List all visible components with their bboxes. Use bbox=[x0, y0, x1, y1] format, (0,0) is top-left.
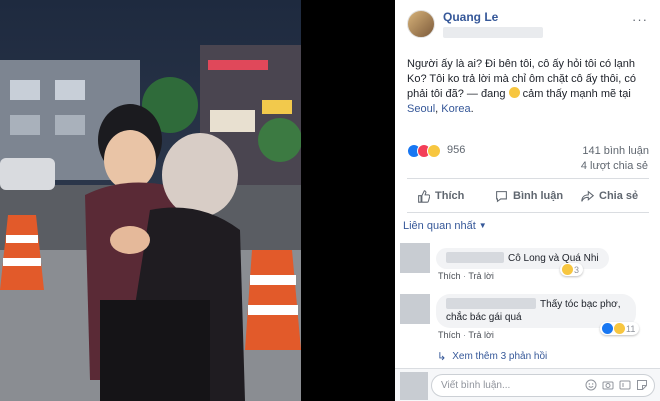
caption-period: . bbox=[470, 103, 474, 115]
comment-input[interactable]: Viết bình luận... bbox=[431, 374, 655, 397]
like-label: Thích bbox=[435, 190, 465, 202]
composer-icons bbox=[585, 379, 648, 391]
commenter-avatar[interactable] bbox=[400, 243, 430, 273]
commenter-name-redacted[interactable] bbox=[446, 252, 504, 263]
comment-label: Bình luận bbox=[513, 190, 564, 202]
comment-text: Cô Long và Quá Nhi bbox=[508, 253, 599, 264]
sort-label: Liên quan nhất bbox=[403, 220, 476, 232]
comment-reactions[interactable]: 3 bbox=[560, 263, 584, 276]
feeling-text: cảm thấy mạnh mẽ tại bbox=[519, 88, 631, 100]
post-photo[interactable] bbox=[0, 0, 301, 401]
view-more-replies-link[interactable]: ↳ Xem thêm 3 phản hồi bbox=[437, 350, 547, 363]
haha-reaction-icon bbox=[562, 264, 573, 275]
photo-viewer bbox=[0, 0, 395, 401]
comment-count[interactable]: 141 bình luận bbox=[582, 145, 649, 157]
post-header: Quang Le ··· bbox=[395, 0, 660, 46]
reply-arrow-icon: ↳ bbox=[437, 351, 447, 363]
comment-reaction-count: 11 bbox=[626, 323, 636, 334]
haha-reaction-icon bbox=[614, 323, 625, 334]
location-country-link[interactable]: Korea bbox=[441, 103, 470, 115]
comment-item: Cô Long và Quá Nhi Thích · Trả lời 3 bbox=[400, 243, 655, 287]
comment-reply-link[interactable]: Trả lời bbox=[468, 271, 494, 281]
thumbs-up-icon bbox=[418, 189, 430, 203]
haha-reaction-icon bbox=[427, 144, 441, 158]
post-actions: Thích Bình luận Chia sẻ bbox=[407, 182, 649, 210]
comment-placeholder: Viết bình luận... bbox=[441, 380, 511, 391]
like-button[interactable]: Thích bbox=[417, 182, 464, 210]
share-count[interactable]: 4 lượt chia sẻ bbox=[581, 160, 648, 172]
emoji-icon[interactable] bbox=[585, 379, 597, 391]
sticker-icon[interactable] bbox=[636, 379, 648, 391]
comment-reaction-count: 3 bbox=[574, 264, 580, 275]
divider bbox=[407, 212, 649, 213]
comment-links: Thích · Trả lời bbox=[438, 271, 494, 281]
caret-down-icon: ▼ bbox=[478, 221, 487, 230]
share-arrow-icon bbox=[581, 189, 594, 202]
comment-item: Thấy tóc bạc phơ, chắc bác gái quá Thích… bbox=[400, 294, 655, 344]
commenter-name-redacted[interactable] bbox=[446, 298, 536, 309]
reactions-bar[interactable]: 956 141 bình luận bbox=[407, 143, 649, 159]
author-avatar[interactable] bbox=[407, 10, 435, 38]
post-caption: Người ấy là ai? Đi bên tôi, cô ấy hỏi tô… bbox=[407, 57, 649, 117]
location-city-link[interactable]: Seoul bbox=[407, 103, 435, 115]
reaction-icons bbox=[407, 144, 449, 158]
comment-reactions[interactable]: 11 bbox=[600, 322, 640, 335]
comment-links: Thích · Trả lời bbox=[438, 330, 494, 340]
share-button[interactable]: Chia sẻ bbox=[581, 182, 638, 210]
comment-sort-dropdown[interactable]: Liên quan nhất ▼ bbox=[403, 220, 487, 232]
post-panel: Quang Le ··· Người ấy là ai? Đi bên tôi,… bbox=[395, 0, 660, 401]
comment-bubble: Cô Long và Quá Nhi bbox=[436, 248, 609, 269]
replies-label: Xem thêm 3 phản hồi bbox=[452, 351, 548, 362]
feeling-emoji-icon bbox=[508, 87, 520, 98]
share-label: Chia sẻ bbox=[599, 190, 639, 202]
commenter-avatar[interactable] bbox=[400, 294, 430, 324]
post-meta-redacted bbox=[443, 27, 543, 38]
camera-icon[interactable] bbox=[602, 379, 614, 391]
comment-icon bbox=[496, 190, 507, 202]
author-name[interactable]: Quang Le bbox=[443, 10, 498, 24]
divider bbox=[407, 178, 649, 179]
comment-like-link[interactable]: Thích bbox=[438, 271, 461, 281]
comment-composer: Viết bình luận... bbox=[395, 368, 660, 401]
viewer-avatar bbox=[400, 372, 428, 400]
reaction-count[interactable]: 956 bbox=[447, 144, 465, 156]
more-options-icon[interactable]: ··· bbox=[632, 12, 648, 27]
comment-reply-link[interactable]: Trả lời bbox=[468, 330, 494, 340]
photo-scene bbox=[0, 0, 301, 401]
gif-icon[interactable] bbox=[619, 379, 631, 391]
like-reaction-icon bbox=[602, 323, 613, 334]
comment-like-link[interactable]: Thích bbox=[438, 330, 461, 340]
